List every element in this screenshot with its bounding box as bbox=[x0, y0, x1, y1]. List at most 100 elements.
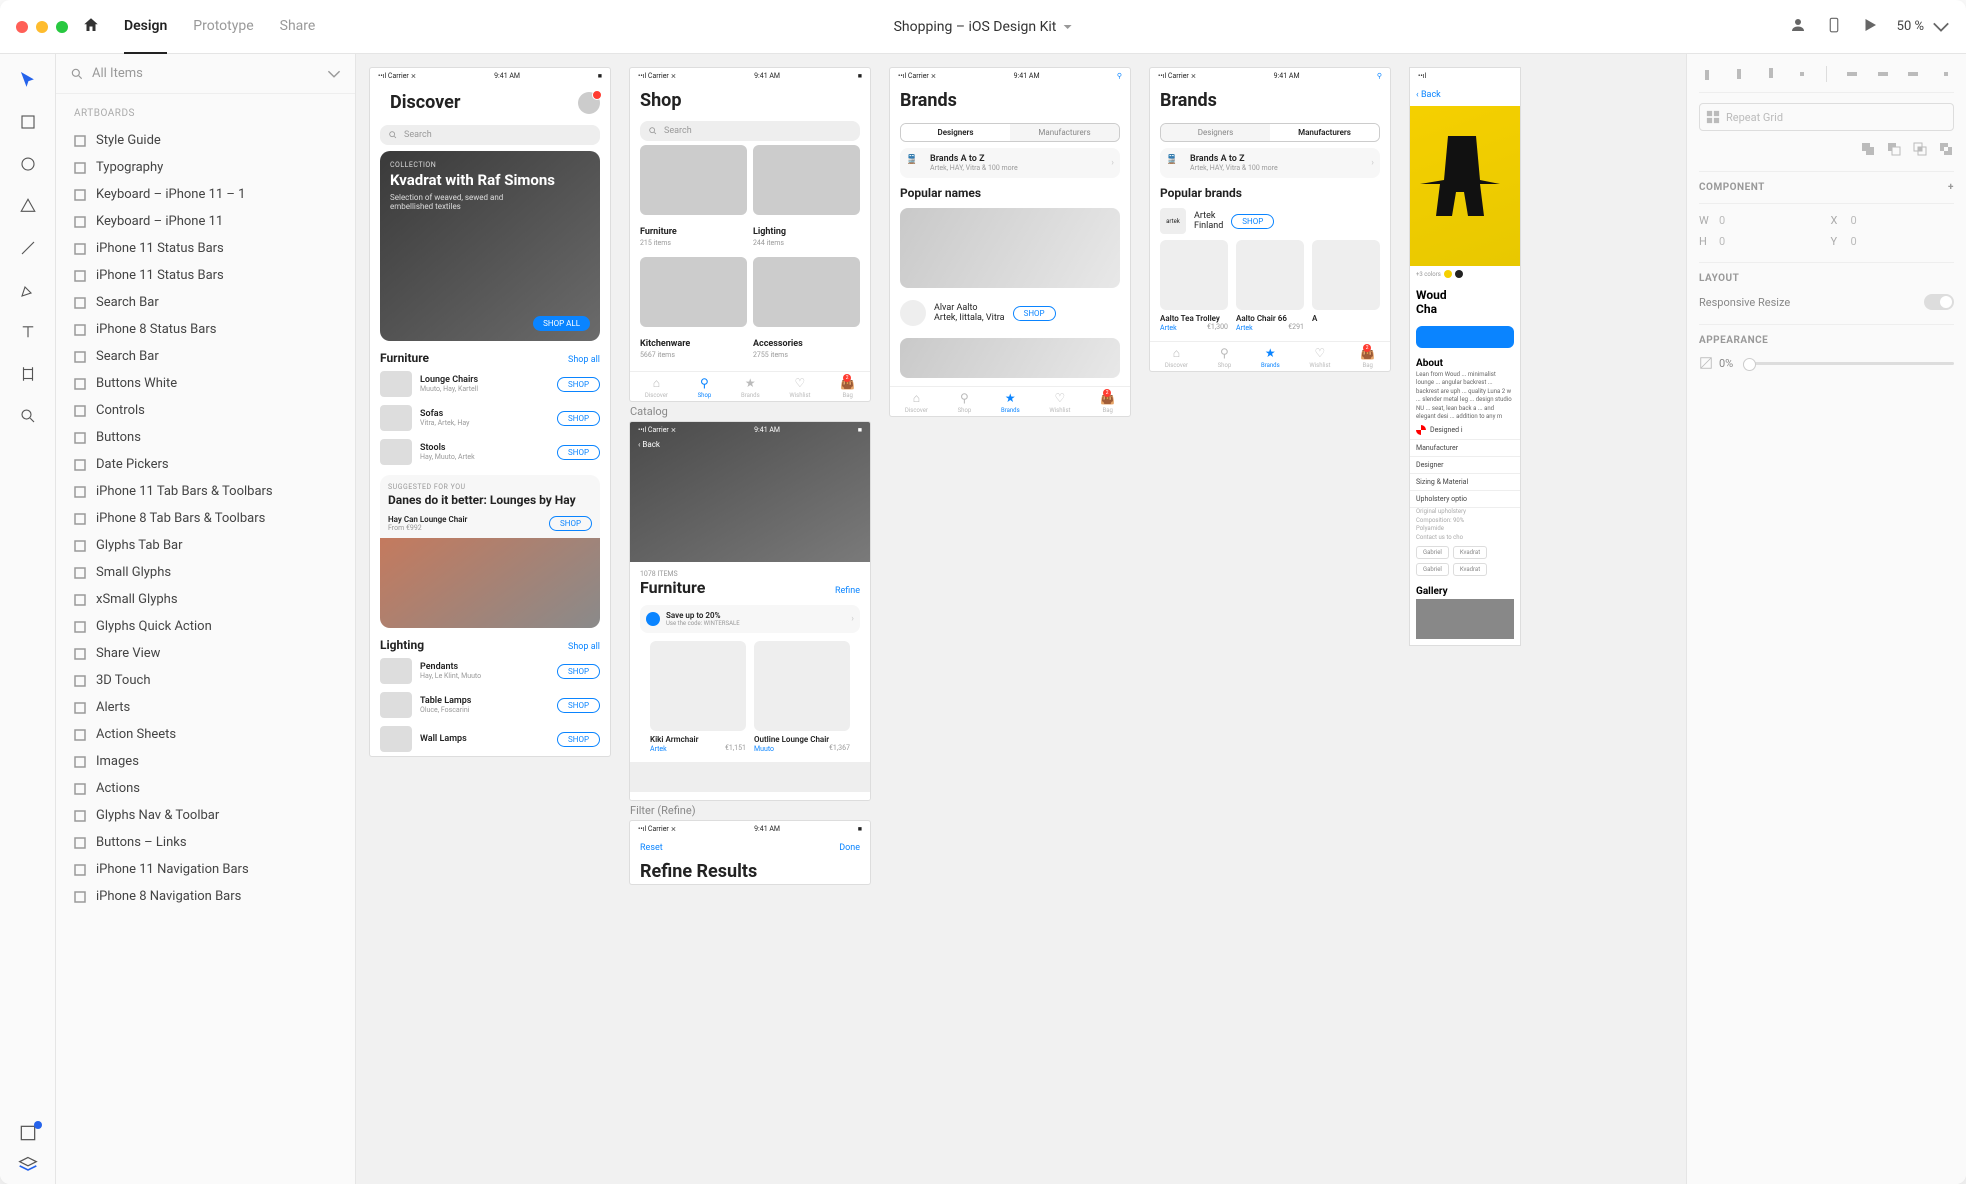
device-preview-icon[interactable] bbox=[1825, 16, 1843, 38]
artboard-brands-manufacturers[interactable]: ••ıl Carrier ⨯9:41 AM⚲ Brands DesignersM… bbox=[1150, 68, 1390, 371]
shop-all-link[interactable]: Shop all bbox=[568, 642, 600, 652]
artboard-item[interactable]: Glyphs Quick Action bbox=[56, 613, 355, 640]
category-tile[interactable]: Furniture215 items bbox=[640, 145, 747, 251]
primary-button[interactable] bbox=[1416, 326, 1514, 348]
spec-row[interactable]: Sizing & Material bbox=[1410, 474, 1520, 491]
artboard-item[interactable]: Action Sheets bbox=[56, 721, 355, 748]
document-title[interactable]: Shopping – iOS Design Kit bbox=[894, 19, 1073, 35]
artboard-item[interactable]: Actions bbox=[56, 775, 355, 802]
artboard-item[interactable]: Controls bbox=[56, 397, 355, 424]
tab-brands[interactable]: ★Brands bbox=[1261, 346, 1280, 369]
shop-button[interactable]: SHOP bbox=[557, 664, 600, 679]
shop-all-button[interactable]: SHOP ALL bbox=[533, 316, 590, 331]
product-card[interactable]: A bbox=[1312, 240, 1380, 333]
distribute-v-icon[interactable] bbox=[1794, 66, 1810, 82]
artboard-item[interactable]: iPhone 11 Status Bars bbox=[56, 262, 355, 289]
product-card[interactable]: Kiki ArmchairArtek€1,151 bbox=[650, 641, 746, 754]
product-card[interactable]: Aalto Chair 66Artek€291 bbox=[1236, 240, 1304, 333]
segment-control[interactable]: DesignersManufacturers bbox=[1160, 123, 1380, 142]
tab-discover[interactable]: ⌂Discover bbox=[905, 391, 928, 414]
tab-bag[interactable]: 👜Bag2 bbox=[840, 376, 855, 399]
boolean-intersect-icon[interactable] bbox=[1912, 141, 1928, 157]
artboard-shop[interactable]: ••ıl Carrier ⨯9:41 AM■ Shop Search Furni… bbox=[630, 68, 870, 401]
brand-chip[interactable]: Gabriel bbox=[1416, 563, 1449, 576]
tab-discover[interactable]: ⌂Discover bbox=[1165, 346, 1188, 369]
align-left-icon[interactable] bbox=[1843, 66, 1859, 82]
maximize-window[interactable] bbox=[56, 21, 68, 33]
align-bottom-icon[interactable] bbox=[1763, 66, 1779, 82]
segment-control[interactable]: DesignersManufacturers bbox=[900, 123, 1120, 142]
align-top-icon[interactable] bbox=[1699, 66, 1715, 82]
tab-shop[interactable]: ⚲Shop bbox=[958, 391, 972, 414]
shop-button[interactable]: SHOP bbox=[557, 377, 600, 392]
spec-row[interactable]: Manufacturer bbox=[1410, 440, 1520, 457]
text-tool[interactable] bbox=[16, 320, 40, 344]
play-icon[interactable] bbox=[1861, 16, 1879, 38]
brand-chip[interactable]: Gabriel bbox=[1416, 546, 1449, 559]
tab-wishlist[interactable]: ♡Wishlist bbox=[1049, 391, 1070, 414]
repeat-grid-button[interactable]: Repeat Grid bbox=[1699, 103, 1954, 131]
shop-button[interactable]: SHOP bbox=[557, 445, 600, 460]
panel-search[interactable]: All Items bbox=[56, 54, 355, 94]
list-item[interactable]: Lounge ChairsMuuto, Hay, KartellSHOP bbox=[370, 367, 610, 401]
zoom-tool[interactable] bbox=[16, 404, 40, 428]
shop-button[interactable]: SHOP bbox=[1231, 214, 1274, 229]
artboard-item[interactable]: iPhone 11 Navigation Bars bbox=[56, 856, 355, 883]
tab-shop[interactable]: ⚲Shop bbox=[698, 376, 712, 399]
hero-card[interactable]: COLLECTION Kvadrat with Raf Simons Selec… bbox=[380, 151, 600, 341]
spec-row[interactable]: Designer bbox=[1410, 457, 1520, 474]
reset-link[interactable]: Reset bbox=[640, 843, 663, 853]
back-link[interactable]: ‹ Back bbox=[638, 440, 660, 449]
avatar[interactable] bbox=[578, 92, 600, 114]
artboard-tool[interactable] bbox=[16, 362, 40, 386]
account-icon[interactable] bbox=[1789, 16, 1807, 38]
artboard-item[interactable]: Alerts bbox=[56, 694, 355, 721]
tab-wishlist[interactable]: ♡Wishlist bbox=[1309, 346, 1330, 369]
artboard-item[interactable]: iPhone 11 Status Bars bbox=[56, 235, 355, 262]
artboard-item[interactable]: Typography bbox=[56, 154, 355, 181]
artboard-catalog[interactable]: ••ıl Carrier ⨯9:41 AM■‹ Back 1078 ITEMS … bbox=[630, 422, 870, 800]
shop-button[interactable]: SHOP bbox=[549, 516, 592, 531]
done-link[interactable]: Done bbox=[839, 843, 860, 853]
list-item[interactable]: Table LampsOluce, FoscariniSHOP bbox=[370, 688, 610, 722]
tab-prototype[interactable]: Prototype bbox=[193, 18, 253, 54]
brands-az-row[interactable]: 🚆Brands A to ZArtek, HAY, Vitra & 100 mo… bbox=[900, 148, 1120, 178]
tab-brands[interactable]: ★Brands bbox=[741, 376, 760, 399]
artboard-filter[interactable]: ••ıl Carrier ⨯9:41 AM■ ResetDone Refine … bbox=[630, 821, 870, 884]
opacity-slider[interactable] bbox=[1743, 362, 1954, 365]
suggestion-card[interactable]: SUGGESTED FOR YOU Danes do it better: Lo… bbox=[380, 475, 600, 628]
artboard-item[interactable]: Search Bar bbox=[56, 289, 355, 316]
rectangle-tool[interactable] bbox=[16, 110, 40, 134]
search-input[interactable]: Search bbox=[380, 125, 600, 145]
refine-link[interactable]: Refine bbox=[835, 586, 860, 596]
category-tile[interactable]: Kitchenware5667 items bbox=[640, 257, 747, 363]
list-item[interactable]: Wall LampsSHOP bbox=[370, 722, 610, 756]
artboard-item[interactable]: Glyphs Nav & Toolbar bbox=[56, 802, 355, 829]
home-icon[interactable] bbox=[82, 16, 100, 38]
artboard-item[interactable]: iPhone 11 Tab Bars & Toolbars bbox=[56, 478, 355, 505]
zoom-control[interactable]: 50 % bbox=[1897, 18, 1950, 36]
list-item[interactable]: StoolsHay, Muuto, ArtekSHOP bbox=[370, 435, 610, 469]
tab-discover[interactable]: ⌂Discover bbox=[645, 376, 668, 399]
boolean-exclude-icon[interactable] bbox=[1938, 141, 1954, 157]
ellipse-tool[interactable] bbox=[16, 152, 40, 176]
select-tool[interactable] bbox=[16, 68, 40, 92]
layers-panel-icon[interactable] bbox=[16, 1155, 40, 1175]
canvas[interactable]: ••ıl Carrier ⨯9:41 AM■ Discover Search C… bbox=[356, 54, 1686, 1184]
align-right-icon[interactable] bbox=[1906, 66, 1922, 82]
boolean-add-icon[interactable] bbox=[1860, 141, 1876, 157]
artboard-item[interactable]: iPhone 8 Status Bars bbox=[56, 316, 355, 343]
tab-wishlist[interactable]: ♡Wishlist bbox=[789, 376, 810, 399]
brands-az-row[interactable]: 🚆Brands A to ZArtek, HAY, Vitra & 100 mo… bbox=[1160, 148, 1380, 178]
tab-brands[interactable]: ★Brands bbox=[1001, 391, 1020, 414]
artboard-item[interactable]: Small Glyphs bbox=[56, 559, 355, 586]
artboard-item[interactable]: iPhone 8 Tab Bars & Toolbars bbox=[56, 505, 355, 532]
artboard-item[interactable]: Keyboard – iPhone 11 bbox=[56, 208, 355, 235]
tab-share[interactable]: Share bbox=[280, 18, 316, 54]
product-card[interactable]: Outline Lounge ChairMuuto€1,367 bbox=[754, 641, 850, 754]
boolean-subtract-icon[interactable] bbox=[1886, 141, 1902, 157]
align-center-icon[interactable] bbox=[1875, 66, 1891, 82]
artboard-item[interactable]: Keyboard – iPhone 11 – 1 bbox=[56, 181, 355, 208]
artboard-item[interactable]: Search Bar bbox=[56, 343, 355, 370]
distribute-h-icon[interactable] bbox=[1938, 66, 1954, 82]
